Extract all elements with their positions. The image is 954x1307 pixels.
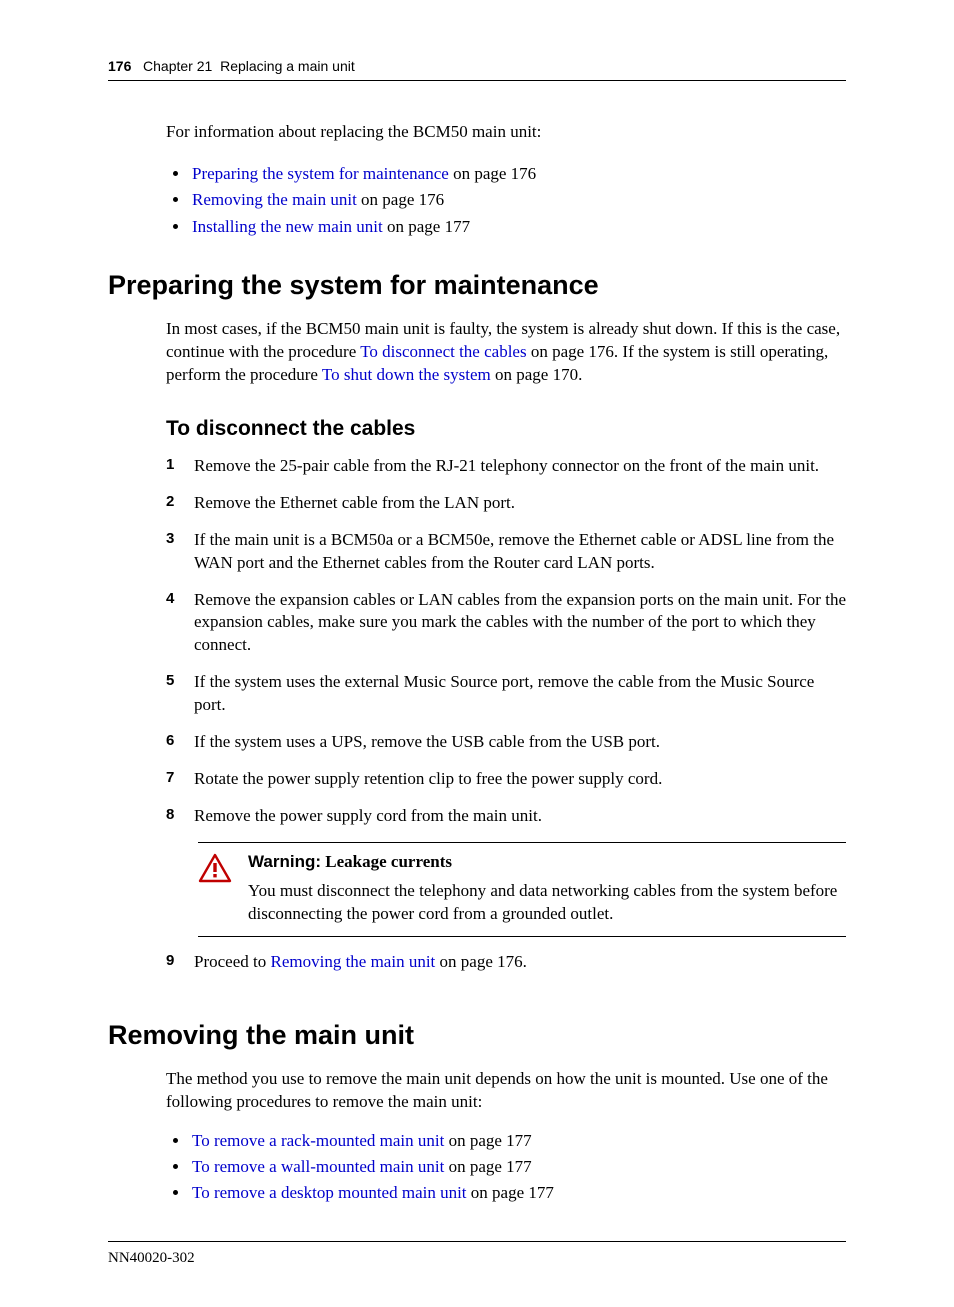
section2-paragraph: The method you use to remove the main un…	[166, 1068, 846, 1114]
list-item: To remove a rack-mounted main unit on pa…	[190, 1128, 846, 1154]
link-suffix: on page 177	[383, 217, 470, 236]
running-header: 176 Chapter 21 Replacing a main unit	[108, 58, 846, 81]
step-item: Remove the Ethernet cable from the LAN p…	[166, 492, 846, 515]
warning-icon	[198, 853, 232, 888]
warning-body: You must disconnect the telephony and da…	[248, 880, 846, 926]
warning-label: Warning:	[248, 852, 321, 871]
page-root: 176 Chapter 21 Replacing a main unit For…	[0, 0, 954, 1307]
link-suffix: on page 176	[357, 190, 444, 209]
link-suffix: on page 177	[444, 1131, 531, 1150]
link-suffix: on page 177	[444, 1157, 531, 1176]
list-item: To remove a desktop mounted main unit on…	[190, 1180, 846, 1206]
link-suffix: on page 176	[449, 164, 536, 183]
xref-link[interactable]: Removing the main unit	[270, 952, 435, 971]
step-item: If the system uses the external Music So…	[166, 671, 846, 717]
top-toc-list: Preparing the system for maintenance on …	[166, 161, 846, 240]
warning-subject: Leakage currents	[325, 852, 452, 871]
text-run: Proceed to	[194, 952, 270, 971]
step-item: Remove the expansion cables or LAN cable…	[166, 589, 846, 658]
list-item: Preparing the system for maintenance on …	[190, 161, 846, 187]
step-item: Remove the power supply cord from the ma…	[166, 805, 846, 828]
section2-toc-list: To remove a rack-mounted main unit on pa…	[166, 1128, 846, 1207]
list-item: To remove a wall-mounted main unit on pa…	[190, 1154, 846, 1180]
list-item: Removing the main unit on page 176	[190, 187, 846, 213]
chapter-label: Chapter 21	[143, 58, 212, 74]
step-item: Remove the 25-pair cable from the RJ-21 …	[166, 455, 846, 478]
xref-link[interactable]: Installing the new main unit	[192, 217, 383, 236]
xref-link[interactable]: Preparing the system for maintenance	[192, 164, 449, 183]
list-item: Installing the new main unit on page 177	[190, 214, 846, 240]
warning-block: Warning: Leakage currents You must disco…	[198, 842, 846, 937]
warning-text: Warning: Leakage currents You must disco…	[248, 851, 846, 926]
chapter-title: Replacing a main unit	[220, 58, 355, 74]
step-item: Rotate the power supply retention clip t…	[166, 768, 846, 791]
xref-link[interactable]: To remove a desktop mounted main unit	[192, 1183, 467, 1202]
page-number: 176	[108, 58, 131, 74]
page-footer: NN40020-302	[108, 1241, 846, 1267]
subsection-heading-disconnect: To disconnect the cables	[166, 417, 846, 441]
text-run: on page 170.	[491, 365, 583, 384]
step-item: If the main unit is a BCM50a or a BCM50e…	[166, 529, 846, 575]
section-heading-preparing: Preparing the system for maintenance	[108, 270, 846, 301]
xref-link[interactable]: Removing the main unit	[192, 190, 357, 209]
document-id: NN40020-302	[108, 1250, 195, 1266]
section-heading-removing: Removing the main unit	[108, 1020, 846, 1051]
link-suffix: on page 177	[467, 1183, 554, 1202]
xref-link[interactable]: To shut down the system	[322, 365, 491, 384]
section1-paragraph: In most cases, if the BCM50 main unit is…	[166, 318, 846, 387]
intro-paragraph: For information about replacing the BCM5…	[166, 121, 846, 144]
xref-link[interactable]: To remove a rack-mounted main unit	[192, 1131, 444, 1150]
text-run: on page 176.	[435, 952, 527, 971]
step-item: If the system uses a UPS, remove the USB…	[166, 731, 846, 754]
xref-link[interactable]: To disconnect the cables	[360, 342, 526, 361]
step-item: Proceed to Removing the main unit on pag…	[166, 951, 846, 974]
steps-list-continued: Proceed to Removing the main unit on pag…	[166, 951, 846, 974]
xref-link[interactable]: To remove a wall-mounted main unit	[192, 1157, 444, 1176]
steps-list: Remove the 25-pair cable from the RJ-21 …	[166, 455, 846, 828]
